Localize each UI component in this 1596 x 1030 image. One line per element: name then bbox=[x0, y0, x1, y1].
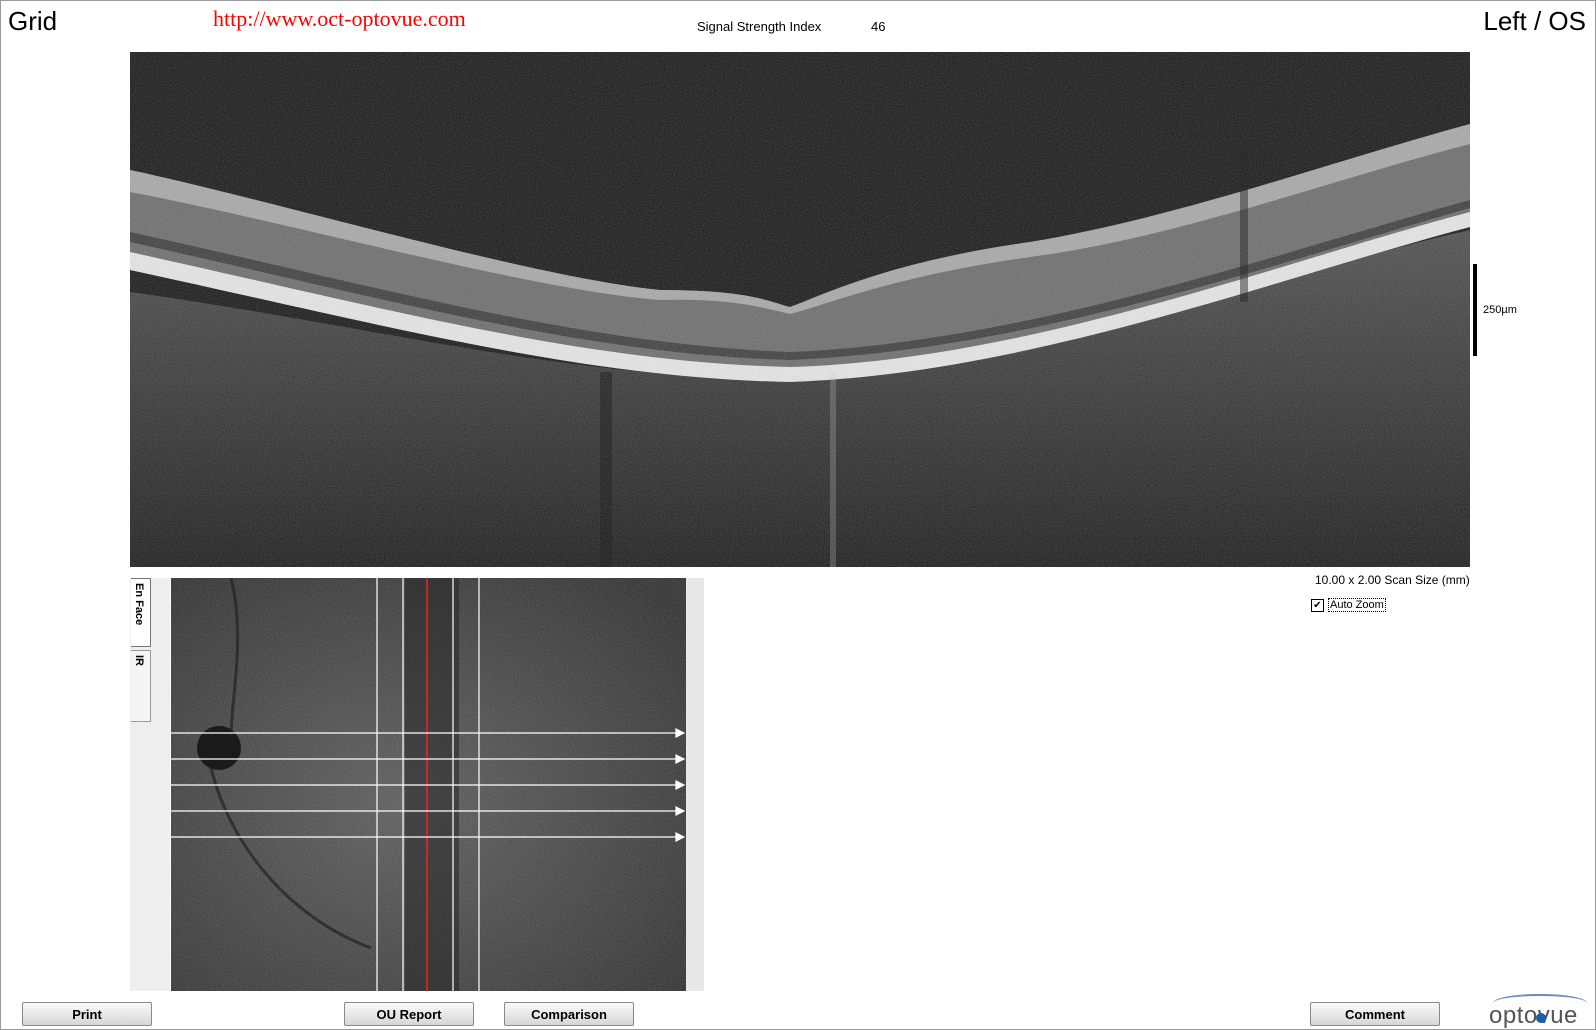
tab-en-face-label: En Face bbox=[133, 583, 145, 626]
scale-bar bbox=[1473, 264, 1477, 356]
eye-title: Left / OS bbox=[1483, 6, 1586, 36]
url-watermark: http://www.oct-optovue.com bbox=[213, 6, 466, 31]
comment-button[interactable]: Comment bbox=[1310, 1002, 1440, 1026]
logo-text: optovue bbox=[1489, 1002, 1578, 1029]
oct-bscan-image[interactable] bbox=[130, 52, 1470, 567]
comparison-button[interactable]: Comparison bbox=[504, 1002, 634, 1026]
optovue-logo: optovue bbox=[1487, 994, 1591, 1029]
auto-zoom-label: Auto Zoom bbox=[1328, 598, 1386, 612]
scan-size-label: 10.00 x 2.00 Scan Size (mm) bbox=[1315, 573, 1470, 587]
print-button[interactable]: Print bbox=[22, 1002, 152, 1026]
enface-scroll-area bbox=[686, 578, 704, 991]
ou-report-button[interactable]: OU Report bbox=[344, 1002, 474, 1026]
enface-rendering bbox=[171, 578, 686, 991]
auto-zoom-checkbox[interactable]: ✔ bbox=[1311, 598, 1324, 612]
tab-ir[interactable]: IR bbox=[131, 650, 151, 722]
enface-image[interactable] bbox=[171, 578, 686, 991]
mode-title: Grid bbox=[8, 6, 58, 36]
tab-en-face[interactable]: En Face bbox=[131, 578, 151, 647]
logo-dot bbox=[1536, 1013, 1546, 1023]
signal-strength-value: 46 bbox=[871, 19, 886, 34]
scale-bar-label: 250µm bbox=[1483, 304, 1517, 316]
tab-ir-label: IR bbox=[133, 655, 145, 666]
bscan-rendering bbox=[130, 52, 1470, 567]
enface-tab-bar: En Face IR bbox=[130, 578, 170, 991]
auto-zoom-control[interactable]: ✔ Auto Zoom bbox=[1311, 598, 1386, 612]
signal-strength-label: Signal Strength Index bbox=[697, 19, 822, 34]
